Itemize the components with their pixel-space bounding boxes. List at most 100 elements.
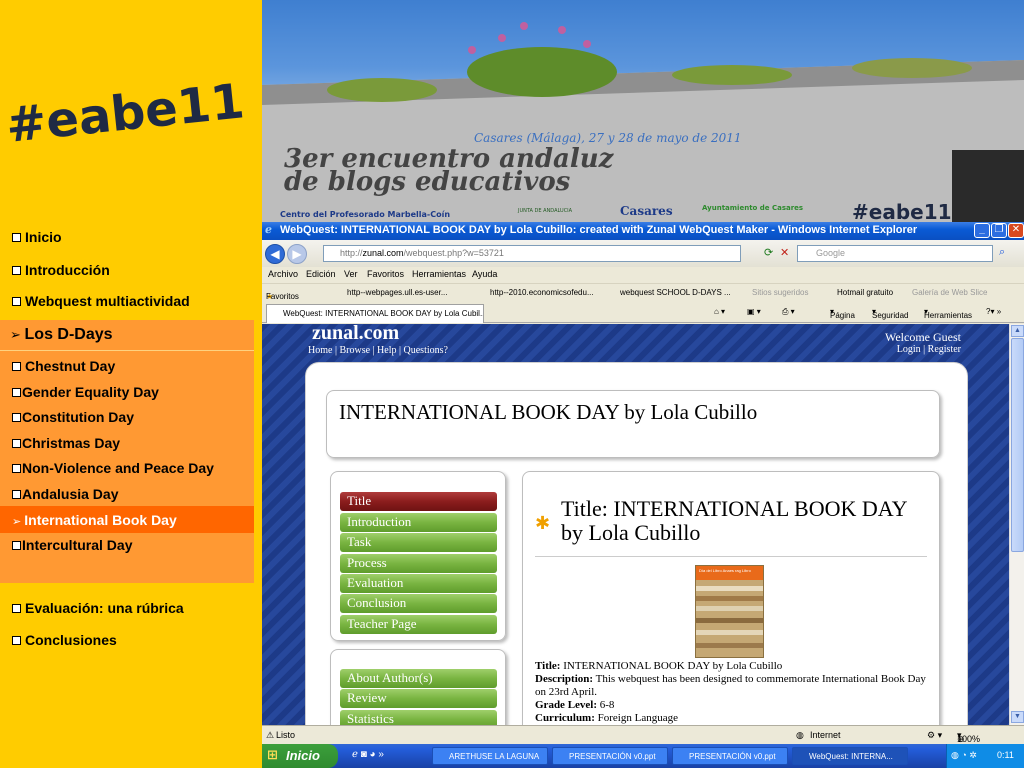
checkbox-icon — [12, 604, 21, 613]
plant-shape — [327, 78, 437, 102]
menu-herramientas[interactable]: Herramientas — [412, 269, 466, 279]
arrow-icon: ➢ — [10, 327, 25, 342]
feeds-icon[interactable]: ▣ ▾ — [747, 307, 761, 316]
menu-about-authors[interactable]: About Author(s) — [340, 669, 497, 688]
taskbar-ppt-1[interactable]: PRESENTACIÓN v0.ppt — [552, 747, 668, 765]
menu-edicion[interactable]: Edición — [306, 269, 336, 279]
nav-evaluacion-rubrica[interactable]: Evaluación: una rúbrica — [12, 600, 266, 616]
status-bar: ⚠ Listo ◍ Internet ⚙ ▾ ⊕ 100% ▾ — [262, 725, 1024, 744]
nav-inicio[interactable]: Inicio — [12, 229, 266, 245]
protected-mode-icon[interactable]: ⚙ ▾ — [927, 730, 942, 741]
nav-international-book-day[interactable]: ➢ International Book Day — [12, 512, 266, 528]
nav-los-d-days[interactable]: ➢ Los D-Days — [0, 320, 254, 350]
checkbox-icon — [12, 413, 21, 422]
book-stack — [696, 586, 763, 591]
menu-process[interactable]: Process — [340, 554, 497, 573]
nav-introduccion[interactable]: Introducción — [12, 262, 266, 278]
menu-introduction[interactable]: Introduction — [340, 513, 497, 532]
favorite-link[interactable]: Sitios sugeridos — [752, 288, 808, 297]
tab-webquest[interactable]: WebQuest: INTERNATIONAL BOOK DAY by Lola… — [266, 304, 484, 323]
zoom-control[interactable]: ⊕ 100% ▾ — [957, 730, 980, 744]
checkbox-icon — [12, 266, 21, 275]
nav-intercultural-day[interactable]: Intercultural Day — [12, 537, 266, 553]
nav-chestnut-day[interactable]: Chestnut Day — [12, 358, 266, 374]
ie-icon: ℯ — [265, 224, 272, 236]
taskbar-ppt-2[interactable]: PRESENTACIÓN v0.ppt — [672, 747, 788, 765]
tab-bar: WebQuest: INTERNATIONAL BOOK DAY by Lola… — [262, 303, 1024, 323]
windows-taskbar: ⊞ Inicio ℯ ◙ ◕ » ARETHUSE LA LAGUNA PRES… — [262, 744, 1024, 768]
search-icon[interactable]: ⌕ — [999, 246, 1005, 259]
menu-statistics[interactable]: Statistics — [340, 710, 497, 725]
nav-gender-equality-day[interactable]: Gender Equality Day — [12, 384, 266, 400]
favorite-link[interactable]: Hotmail gratuito — [837, 288, 893, 297]
banner-casares: Casares — [620, 204, 673, 218]
status-zone: Internet — [810, 730, 841, 740]
security-menu[interactable]: Seguridad ▾ — [872, 307, 908, 320]
menu-review[interactable]: Review — [340, 689, 497, 708]
webquest-menu: Title Introduction Task Process Evaluati… — [330, 471, 506, 641]
maximize-button[interactable]: ❐ — [991, 223, 1007, 238]
help-icon[interactable]: ?▾ » — [986, 307, 1001, 316]
image-caption: Día del Libro Anaes rag Libro — [699, 568, 751, 573]
close-button[interactable]: ✕ — [1008, 223, 1024, 238]
nav-webquest-multiactividad[interactable]: Webquest multiactividad — [12, 293, 266, 309]
checkbox-icon — [12, 490, 21, 499]
nav-home[interactable]: Home — [308, 345, 332, 356]
checkbox-icon — [12, 362, 21, 371]
home-icon[interactable]: ⌂ ▾ — [714, 307, 725, 316]
address-input[interactable]: http://zunal.com/webquest.php?w=53721 — [323, 245, 741, 262]
menu-evaluation[interactable]: Evaluation — [340, 574, 497, 593]
minimize-button[interactable]: _ — [974, 223, 990, 238]
nav-help[interactable]: Help — [377, 345, 396, 356]
zunal-logo[interactable]: zunal.com — [312, 324, 399, 345]
print-icon[interactable]: ⎙ ▾ — [782, 307, 795, 317]
quick-launch-icons[interactable]: ℯ ◙ ◕ » — [352, 749, 384, 760]
scroll-up-icon[interactable]: ▲ — [1011, 325, 1024, 337]
scroll-thumb[interactable] — [1011, 338, 1024, 552]
nav-questions[interactable]: Questions? — [404, 345, 448, 356]
taskbar-ie[interactable]: WebQuest: INTERNA... — [792, 747, 908, 765]
scroll-down-icon[interactable]: ▼ — [1011, 711, 1024, 723]
favorites-bar: ★ Favoritos http--webpages.ull.es-user..… — [262, 283, 1024, 303]
menu-task[interactable]: Task — [340, 533, 497, 552]
menu-conclusion[interactable]: Conclusion — [340, 594, 497, 613]
start-button[interactable]: ⊞ Inicio — [262, 744, 338, 768]
favorite-link[interactable]: http--2010.economicsofedu... — [490, 288, 594, 297]
menu-favoritos[interactable]: Favoritos — [367, 269, 404, 279]
back-button[interactable]: ◀ — [265, 244, 285, 264]
nav-conclusiones[interactable]: Conclusiones — [12, 632, 266, 648]
banner-cep: Centro del Profesorado Marbella-Coín — [280, 210, 450, 219]
login-link[interactable]: Login — [897, 344, 921, 355]
banner-junta: JUNTA DE ANDALUCIA — [517, 208, 573, 214]
tray-icons[interactable]: ◍ ◔ ✲ — [951, 750, 977, 761]
nav-christmas-day[interactable]: Christmas Day — [12, 435, 266, 451]
menu-title[interactable]: Title — [340, 492, 497, 511]
refresh-icon[interactable]: ⟳ — [764, 246, 773, 259]
nav-non-violence-peace-day[interactable]: Non-Violence and Peace Day — [12, 460, 266, 476]
clock: 0:11 — [997, 750, 1014, 760]
menu-ayuda[interactable]: Ayuda — [472, 269, 497, 279]
event-banner: Casares (Málaga), 27 y 28 de mayo de 201… — [262, 0, 1024, 222]
favorite-link[interactable]: webquest SCHOOL D-DAYS ... — [620, 288, 731, 297]
nav-browse[interactable]: Browse — [339, 345, 370, 356]
taskbar-folder[interactable]: ARETHUSE LA LAGUNA — [432, 747, 548, 765]
menu-teacher-page[interactable]: Teacher Page — [340, 615, 497, 634]
book-day-image: Día del Libro Anaes rag Libro — [695, 565, 764, 658]
menu-ver[interactable]: Ver — [344, 269, 358, 279]
page-menu[interactable]: Página ▾ — [830, 307, 855, 320]
eabe11-logo: #eabe11 — [4, 73, 247, 154]
tools-menu[interactable]: Herramientas ▾ — [924, 307, 972, 320]
search-input[interactable]: Google — [797, 245, 993, 262]
flower-dot — [520, 22, 528, 30]
forward-button[interactable]: ▶ — [287, 244, 307, 264]
nav-andalusia-day[interactable]: Andalusia Day — [12, 486, 266, 502]
menu-archivo[interactable]: Archivo — [268, 269, 298, 279]
favorite-link[interactable]: http--webpages.ull.es-user... — [347, 288, 448, 297]
ie-window: ℯ WebQuest: INTERNATIONAL BOOK DAY by Lo… — [262, 222, 1024, 768]
register-link[interactable]: Register — [928, 344, 961, 355]
web-page: zunal.com Home | Browse | Help | Questio… — [262, 324, 1009, 725]
vertical-scrollbar[interactable]: ▲ ▼ — [1009, 324, 1024, 725]
nav-constitution-day[interactable]: Constitution Day — [12, 409, 266, 425]
stop-icon[interactable]: ✕ — [780, 246, 789, 259]
favorite-link[interactable]: Galería de Web Slice — [912, 288, 987, 297]
